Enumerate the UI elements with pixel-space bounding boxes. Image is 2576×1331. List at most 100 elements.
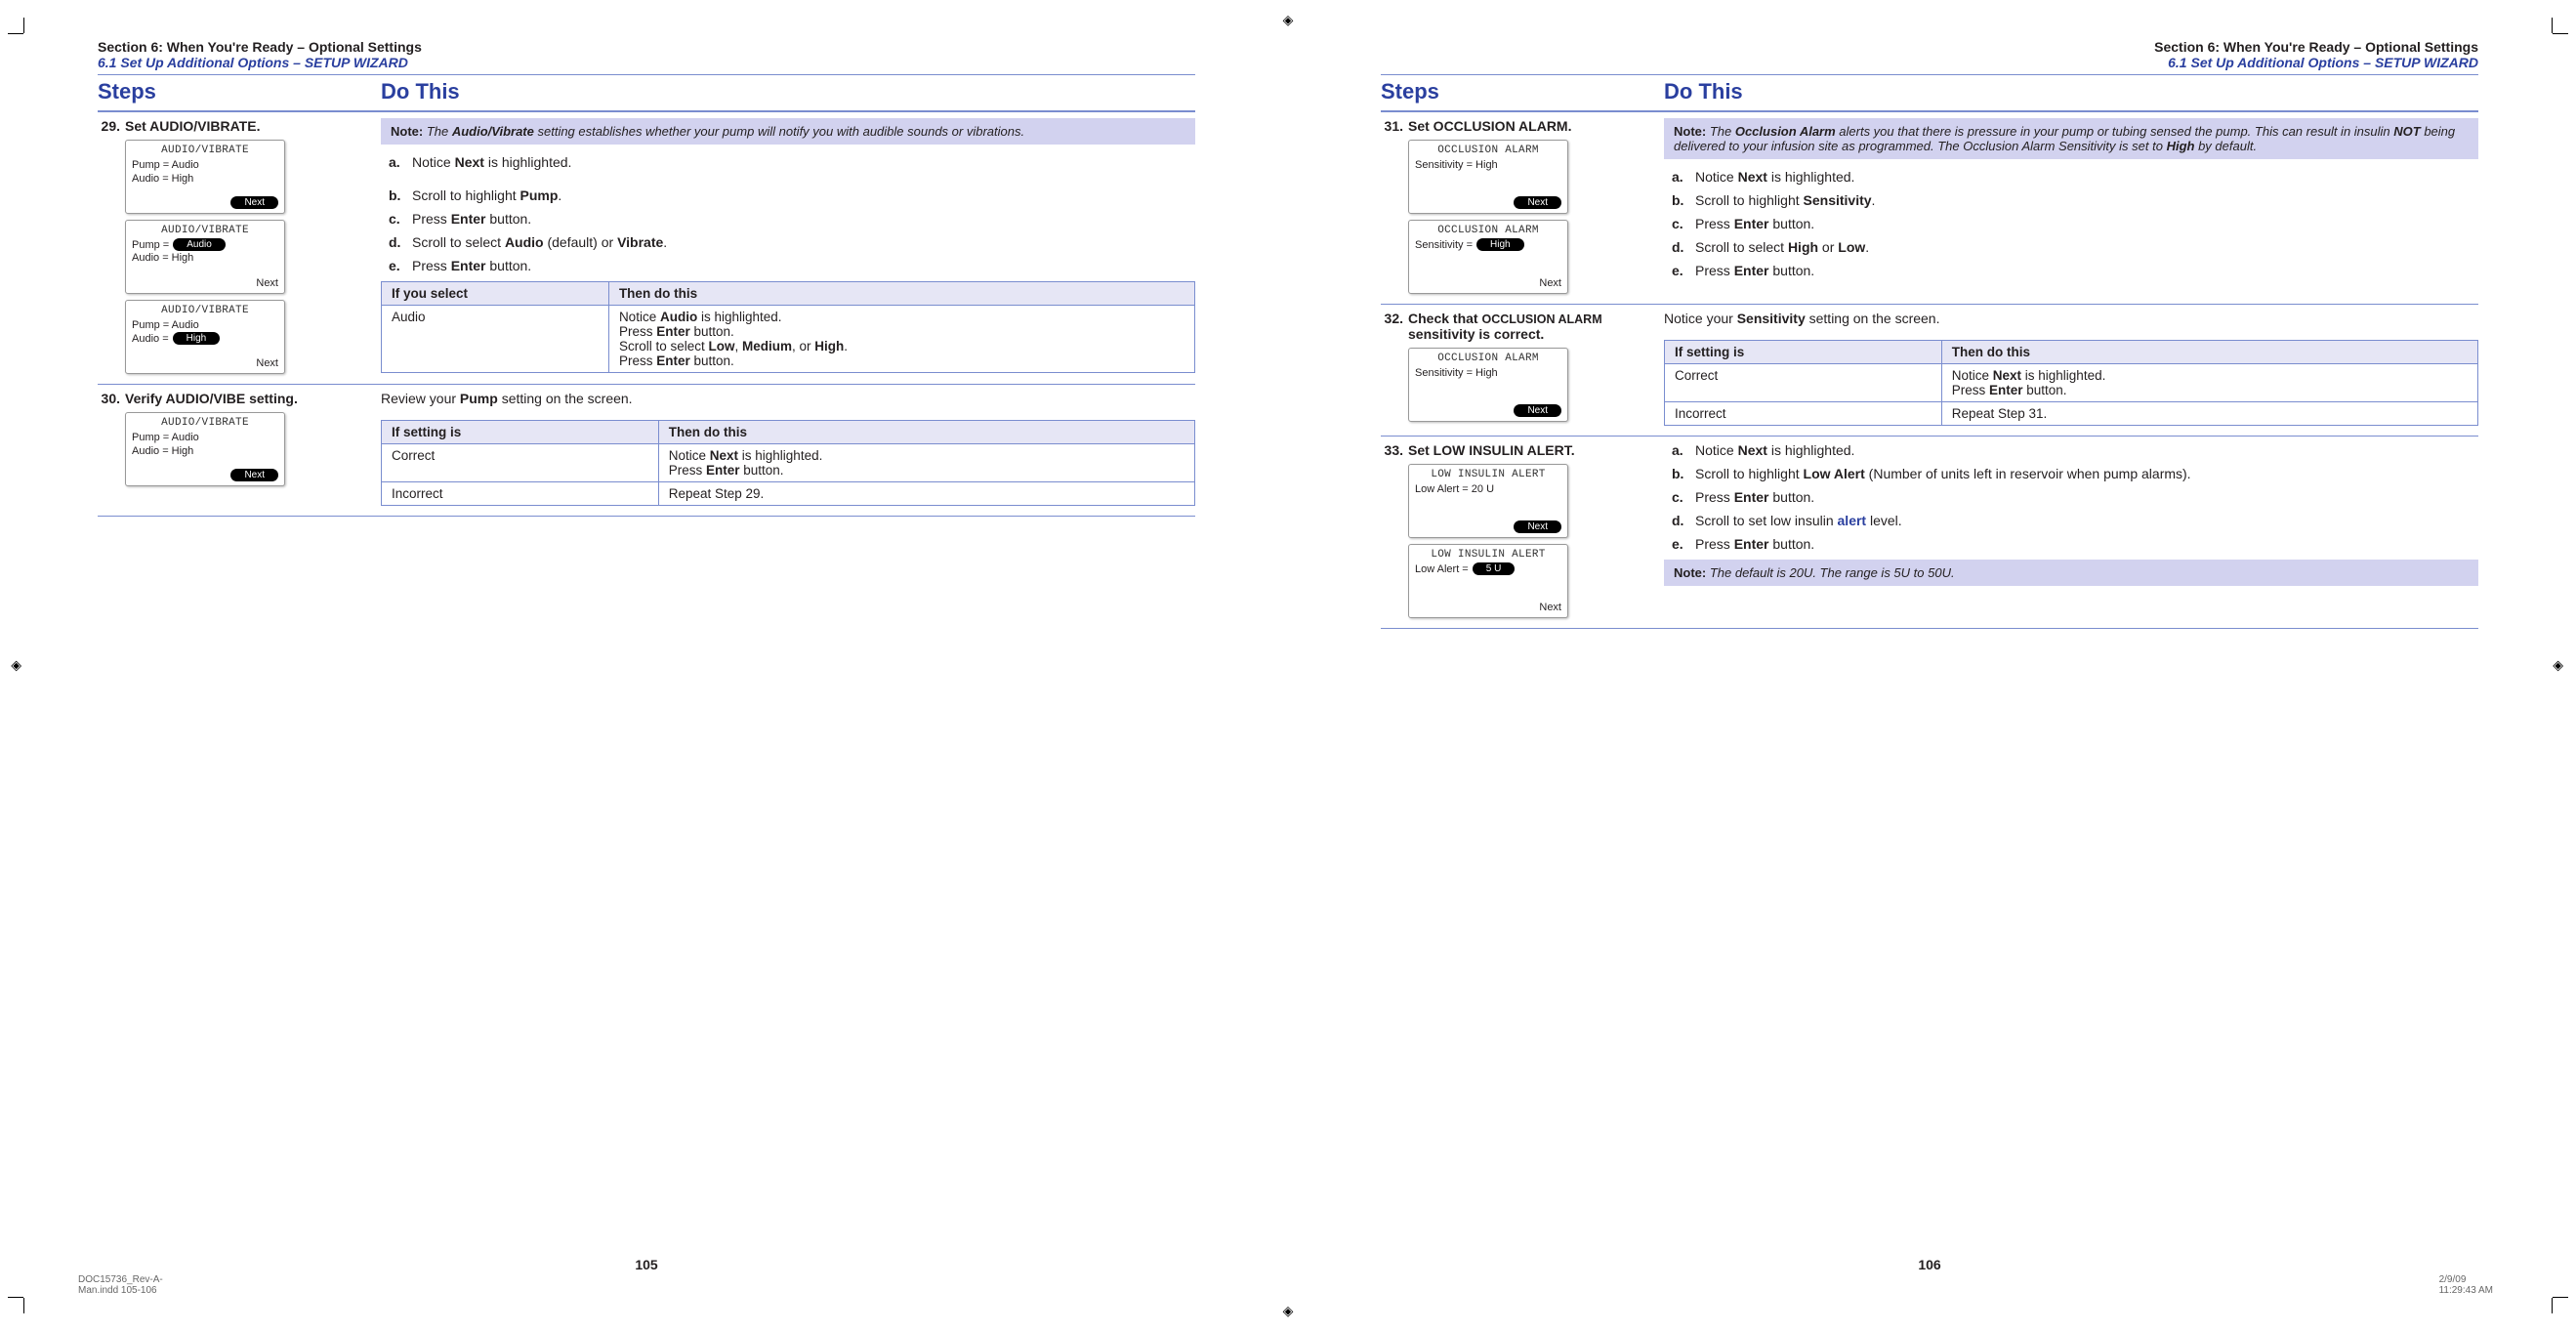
selected-pill: High [1476,238,1524,251]
table-row: Incorrect Repeat Step 29. [382,482,1195,506]
column-headers: Steps Do This [98,74,1195,112]
marker: a. [1672,442,1695,458]
list-item: b.Scroll to highlight Low Alert (Number … [1672,466,2478,481]
marker: b. [1672,466,1695,481]
label: Sensitivity = [1415,239,1473,251]
note-label: Note: [1674,565,1706,580]
screen-bottom: Next [132,357,278,369]
marker: a. [1672,169,1695,185]
do-this-column: Note: The Occlusion Alarm alerts you tha… [1664,118,2478,294]
table-cell: Repeat Step 31. [1941,402,2477,426]
screen-title: OCCLUSION ALARM [1415,145,1561,156]
step-text: Check that OCCLUSION ALARM sensitivity i… [1408,311,1652,342]
step-number: 29. [98,118,125,134]
setting-table: If setting isThen do this Correct Notice… [1664,340,2478,426]
page-content: 29. Set AUDIO/VIBRATE. AUDIO/VIBRATE Pum… [98,112,1195,1241]
selected-pill: Audio [173,238,226,251]
item-text: Press Enter button. [1695,263,2478,278]
note-text: The [1706,124,1735,139]
next-pill: Next [1514,196,1561,209]
selected-pill: High [173,332,221,345]
list-item: b.Scroll to highlight Pump. [389,187,1195,203]
step-title: 32. Check that OCCLUSION ALARM sensitivi… [1381,311,1652,342]
note-bold: Audio/Vibrate [452,124,534,139]
step-text: Set AUDIO/VIBRATE. [125,118,369,134]
table-cell: Repeat Step 29. [658,482,1194,506]
note-box: Note: The default is 20U. The range is 5… [1664,560,2478,586]
pump-screen: LOW INSULIN ALERT Low Alert =5 U Next [1408,544,1568,618]
table-cell: Audio [382,306,609,373]
item-text: Scroll to select Audio (default) or Vibr… [412,234,1195,250]
step-text: Set LOW INSULIN ALERT. [1408,442,1652,458]
section-title: Section 6: When You're Ready – Optional … [1381,39,2478,55]
crop-mark [8,33,23,34]
instruction-list: a.Notice Next is highlighted. b.Scroll t… [1664,442,2478,552]
registration-mark-icon: ◈ [9,660,25,671]
screen-line: Audio = High [132,172,278,186]
note-text: setting establishes whether your pump wi… [534,124,1024,139]
screen-title: LOW INSULIN ALERT [1415,549,1561,561]
item-text: Scroll to highlight Low Alert (Number of… [1695,466,2478,481]
marker: b. [1672,192,1695,208]
label: Audio = [132,333,169,345]
item-text: Notice Next is highlighted. [1695,169,2478,185]
list-item: a.Notice Next is highlighted. [1672,169,2478,185]
pump-screen: LOW INSULIN ALERT Low Alert = 20 U Next [1408,464,1568,538]
marker: e. [1672,536,1695,552]
intro-text: Notice your Sensitivity setting on the s… [1664,311,2478,326]
table-header: If setting is [1665,341,1942,364]
step-31-row: 31. Set OCCLUSION ALARM. OCCLUSION ALARM… [1381,112,2478,305]
item-text: Press Enter button. [1695,216,2478,231]
selected-pill: 5 U [1473,562,1516,575]
list-item: e.Press Enter button. [1672,263,2478,278]
page-spread: Section 6: When You're Ready – Optional … [0,0,2576,1331]
do-this-column-header: Do This [381,79,1195,104]
document-id: DOC15736_Rev-A-Man.indd 105-106 [78,1274,193,1296]
crop-mark [2553,33,2568,34]
table-cell: Notice Next is highlighted. Press Enter … [1941,364,2477,402]
item-text: Press Enter button. [412,211,1195,227]
screen-line: Pump = Audio [132,318,278,332]
instruction-list: a.Notice Next is highlighted. b.Scroll t… [381,154,1195,273]
registration-mark-icon: ◈ [1283,1303,1294,1319]
step-32-row: 32. Check that OCCLUSION ALARM sensitivi… [1381,305,2478,437]
steps-column-header: Steps [98,79,381,104]
note-bold: High [2167,139,2195,153]
section-subtitle: 6.1 Set Up Additional Options – SETUP WI… [1381,55,2478,70]
steps-column-header: Steps [1381,79,1664,104]
section-subtitle: 6.1 Set Up Additional Options – SETUP WI… [98,55,1195,70]
registration-mark-icon: ◈ [2551,660,2567,671]
marker: e. [1672,263,1695,278]
step-title: 29. Set AUDIO/VIBRATE. [98,118,369,134]
screen-mockups: AUDIO/VIBRATE Pump = Audio Audio = High … [98,412,369,486]
screen-bottom: Next [1415,602,1561,613]
crop-mark [23,18,24,33]
crop-mark [8,1297,23,1298]
note-text: The default is 20U. The range is 5U to 5… [1706,565,1954,580]
item-text: Scroll to select High or Low. [1695,239,2478,255]
list-item: c.Press Enter button. [1672,216,2478,231]
screen-title: AUDIO/VIBRATE [132,305,278,316]
list-item: e.Press Enter button. [1672,536,2478,552]
screen-bottom: Next [1415,404,1561,417]
item-text: Scroll to set low insulin alert level. [1695,513,2478,528]
list-item: c.Press Enter button. [389,211,1195,227]
list-item: e.Press Enter button. [389,258,1195,273]
step-number: 33. [1381,442,1408,458]
do-this-column-header: Do This [1664,79,2478,104]
note-text: The [423,124,452,139]
screen-bottom: Next [1415,277,1561,289]
screen-title: LOW INSULIN ALERT [1415,469,1561,480]
next-pill: Next [1514,520,1561,533]
item-text: Scroll to highlight Sensitivity. [1695,192,2478,208]
screen-line: Sensitivity =High [1415,238,1561,251]
screen-bottom: Next [132,277,278,289]
crop-mark [2552,18,2553,33]
step-text: Verify AUDIO/VIBE setting. [125,391,369,406]
step-33-row: 33. Set LOW INSULIN ALERT. LOW INSULIN A… [1381,437,2478,629]
table-row: Incorrect Repeat Step 31. [1665,402,2478,426]
note-label: Note: [1674,124,1706,139]
screen-line: Sensitivity = High [1415,366,1561,380]
marker: c. [389,211,412,227]
screen-mockups: OCCLUSION ALARM Sensitivity = High Next [1381,348,1652,422]
